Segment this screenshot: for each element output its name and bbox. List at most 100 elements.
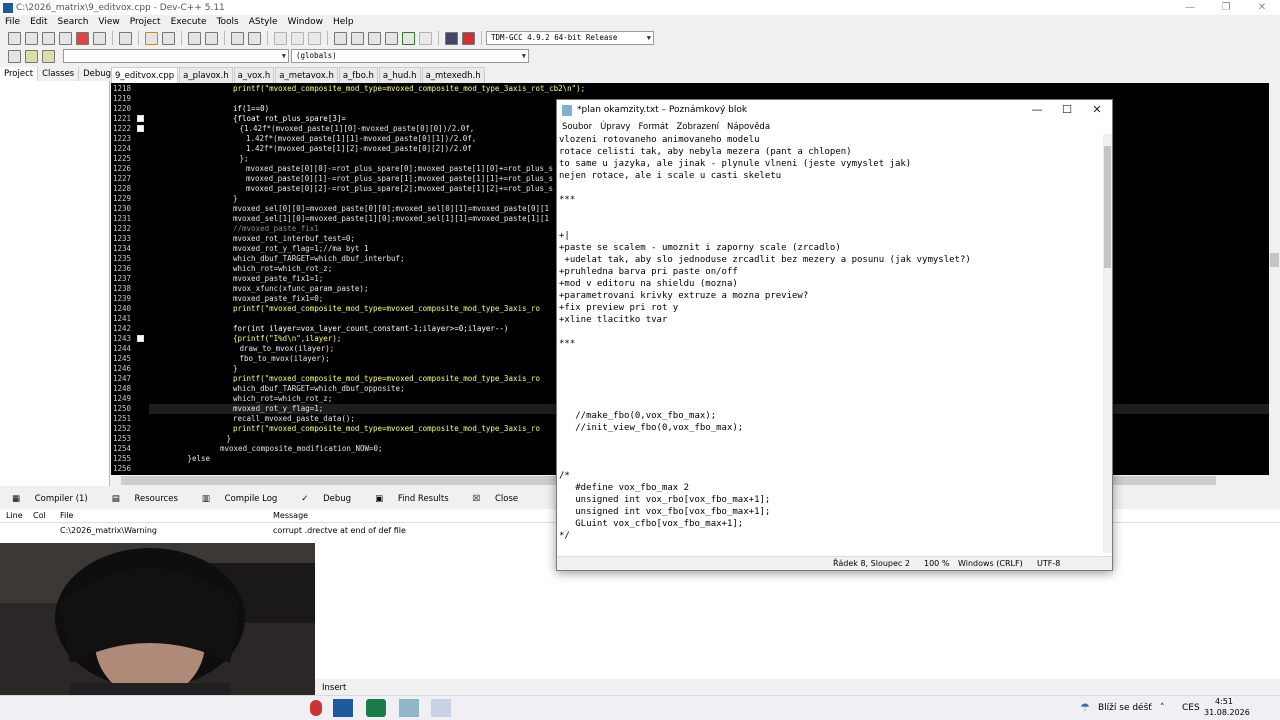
tab-debug-output[interactable]: ✓ Debug xyxy=(289,491,363,507)
menu-help[interactable]: Help xyxy=(328,15,359,29)
stop-execution-icon[interactable] xyxy=(419,31,432,45)
tab-a-fbo-h[interactable]: a_fbo.h xyxy=(338,66,378,84)
unindent-icon[interactable] xyxy=(248,31,261,45)
profile-icon[interactable] xyxy=(445,31,458,45)
bookmark-icon[interactable] xyxy=(308,31,321,45)
close-all-icon[interactable] xyxy=(93,31,106,45)
menu-tools[interactable]: Tools xyxy=(212,15,244,29)
minimize-icon[interactable]: — xyxy=(1172,0,1208,15)
run-icon[interactable] xyxy=(351,31,364,45)
close-icon: ☒ xyxy=(472,494,483,504)
find-icon[interactable] xyxy=(188,31,201,45)
compiler-select[interactable]: TDM-GCC 4.9.2 64-bit Release ▼ xyxy=(486,31,654,45)
tab-a-vox-h[interactable]: a_vox.h xyxy=(233,66,275,84)
fold-toggle-icon[interactable] xyxy=(137,335,144,342)
save-icon[interactable] xyxy=(42,31,55,45)
weather-text[interactable]: Blíží se déšť xyxy=(1098,703,1152,713)
check-syntax-icon[interactable] xyxy=(402,31,415,45)
menu-soubor[interactable]: Soubor xyxy=(558,120,596,134)
notepad-taskbar-icon[interactable] xyxy=(399,699,419,717)
code-line: }; xyxy=(239,154,249,163)
open-file-icon[interactable] xyxy=(25,31,38,45)
taskbar-app-icon[interactable] xyxy=(310,700,322,716)
replace-icon[interactable] xyxy=(205,31,218,45)
menu-format[interactable]: Formát xyxy=(634,120,672,134)
column-line[interactable]: Line xyxy=(6,511,23,520)
tab-project[interactable]: Project xyxy=(0,67,39,81)
rebuild-icon[interactable] xyxy=(385,31,398,45)
fold-toggle-icon[interactable] xyxy=(137,125,144,132)
window-taskbar-icon[interactable] xyxy=(431,699,451,717)
tab-a-hud-h[interactable]: a_hud.h xyxy=(378,66,421,84)
close-icon[interactable]: ✕ xyxy=(1082,100,1112,120)
tab-close[interactable]: ☒ Close xyxy=(461,491,530,507)
clock-date[interactable]: 31.08.2026 xyxy=(1204,708,1250,717)
notepad-window[interactable]: *plan okamzity.txt – Poznámkový blok — ☐… xyxy=(556,99,1113,571)
menu-zobrazeni[interactable]: Zobrazení xyxy=(672,120,723,134)
insert-icon[interactable] xyxy=(8,49,21,63)
menu-search[interactable]: Search xyxy=(53,15,94,29)
tab-a-plavox-h[interactable]: a_plavox.h xyxy=(179,66,233,84)
maximize-icon[interactable]: ☐ xyxy=(1052,100,1082,120)
line-number: 1228 xyxy=(113,184,132,193)
toggle-bookmark-icon[interactable] xyxy=(25,49,38,63)
tab-a-mtexedh-h[interactable]: a_mtexedh.h xyxy=(421,66,485,84)
code-line: {float rot_plus_spare[3]= xyxy=(233,114,346,123)
menu-astyle[interactable]: AStyle xyxy=(244,15,283,29)
indent-icon[interactable] xyxy=(231,31,244,45)
compile-run-icon[interactable] xyxy=(368,31,381,45)
compile-icon[interactable] xyxy=(334,31,347,45)
save-all-icon[interactable] xyxy=(59,31,72,45)
line-number: 1248 xyxy=(113,384,132,393)
tab-classes[interactable]: Classes xyxy=(38,67,80,81)
fold-toggle-icon[interactable] xyxy=(137,115,144,122)
new-file-icon[interactable] xyxy=(8,31,21,45)
terminal-taskbar-icon[interactable] xyxy=(366,699,386,717)
tab-9-editvox-cpp[interactable]: 9_editvox.cpp xyxy=(111,66,179,84)
restore-icon[interactable]: ❐ xyxy=(1208,0,1244,15)
menu-view[interactable]: View xyxy=(93,15,124,29)
column-file[interactable]: File xyxy=(60,511,73,520)
close-icon[interactable]: ✕ xyxy=(1244,0,1280,15)
editor-vertical-scrollbar[interactable] xyxy=(1269,83,1280,475)
menu-window[interactable]: Window xyxy=(283,15,329,29)
weather-icon[interactable]: ☂ xyxy=(1080,701,1090,714)
class-select[interactable]: ▼ xyxy=(63,49,289,63)
scope-select[interactable]: (globals) ▼ xyxy=(291,49,529,63)
scrollbar-thumb[interactable] xyxy=(1104,146,1111,268)
project-panel[interactable] xyxy=(0,81,110,486)
clock-time[interactable]: 4:51 xyxy=(1215,697,1233,706)
debug-icon[interactable] xyxy=(462,31,475,45)
back-icon[interactable] xyxy=(274,31,287,45)
forward-icon[interactable] xyxy=(291,31,304,45)
menu-napoveda[interactable]: Nápověda xyxy=(723,120,774,134)
print-icon[interactable] xyxy=(119,31,132,45)
redo-icon[interactable] xyxy=(162,31,175,45)
column-col[interactable]: Col xyxy=(33,511,46,520)
code-line: which_rot=which_rot_z; xyxy=(233,264,333,273)
goto-bookmark-icon[interactable] xyxy=(42,49,55,63)
menu-file[interactable]: File xyxy=(0,15,25,29)
chevron-down-icon: ▼ xyxy=(521,52,526,60)
notepad-vertical-scrollbar[interactable] xyxy=(1103,134,1112,553)
tab-a-metavox-h[interactable]: a_metavox.h xyxy=(275,66,338,84)
notepad-title-bar[interactable]: *plan okamzity.txt – Poznámkový blok — ☐… xyxy=(557,100,1112,120)
menu-execute[interactable]: Execute xyxy=(166,15,212,29)
chevron-up-icon[interactable]: ˄ xyxy=(1160,703,1165,713)
menu-upravy[interactable]: Úpravy xyxy=(596,120,634,134)
chevron-down-icon: ▼ xyxy=(646,34,651,42)
menu-edit[interactable]: Edit xyxy=(25,15,52,29)
close-file-icon[interactable] xyxy=(76,31,89,45)
tab-resources[interactable]: ▤ Resources xyxy=(100,491,190,507)
menu-project[interactable]: Project xyxy=(125,15,166,29)
keyboard-language[interactable]: CES xyxy=(1182,703,1200,713)
tab-find-results[interactable]: ▣ Find Results xyxy=(363,491,461,507)
devcpp-taskbar-icon[interactable] xyxy=(333,699,353,717)
scrollbar-thumb[interactable] xyxy=(1270,253,1279,267)
tab-compiler[interactable]: ▦ Compiler (1) xyxy=(0,491,100,507)
undo-icon[interactable] xyxy=(145,31,158,45)
minimize-icon[interactable]: — xyxy=(1022,100,1052,120)
notepad-text-area[interactable]: vlozeni rotovaneho animovaneho modelu ro… xyxy=(559,134,1103,553)
column-message[interactable]: Message xyxy=(273,511,308,520)
tab-compile-log[interactable]: ▥ Compile Log xyxy=(190,491,289,507)
